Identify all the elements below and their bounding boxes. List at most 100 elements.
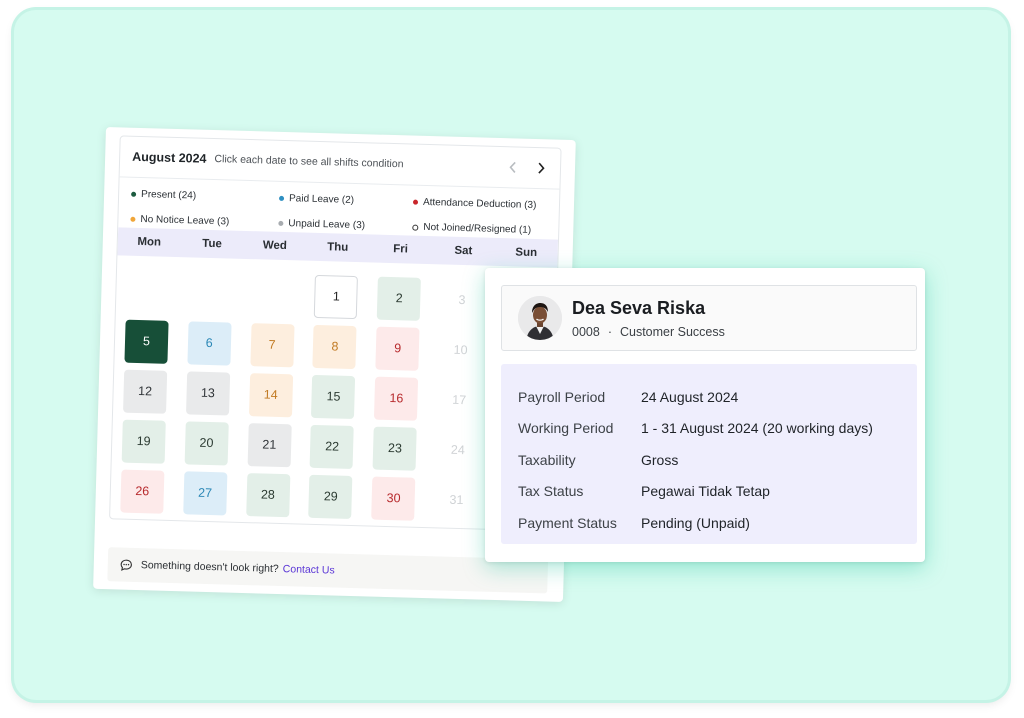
day-cell: 1 <box>304 271 368 323</box>
weekday-label: Wed <box>262 239 288 253</box>
legend-label: Paid Leave (2) <box>288 193 355 206</box>
weekday-label: Tue <box>202 237 223 251</box>
day-cell: 27 <box>173 467 237 519</box>
employee-meta: 0008 · Customer Success <box>572 325 725 339</box>
calendar-day-present[interactable]: 29 <box>308 474 353 519</box>
day-cell: 29 <box>299 471 363 523</box>
day-cell: 24 <box>426 424 490 476</box>
chevron-left-icon[interactable] <box>506 160 520 174</box>
legend-dot-icon <box>130 216 136 222</box>
legend-label: Unpaid Leave (3) <box>288 218 366 232</box>
calendar-day-deduction[interactable]: 16 <box>374 376 419 421</box>
calendar-day-weekend: 10 <box>453 342 468 358</box>
detail-label: Taxability <box>518 451 576 468</box>
employee-id: 0008 <box>572 324 600 339</box>
day-cell: 22 <box>300 421 364 473</box>
legend-dot-icon <box>278 220 284 226</box>
weekday-label: Sat <box>454 244 473 258</box>
day-cell: 20 <box>174 417 238 469</box>
payroll-details: Payroll Period 24 August 2024 Working Peri… <box>501 364 917 544</box>
day-cell: 13 <box>176 367 240 419</box>
calendar-day-nonotice[interactable]: 14 <box>248 372 293 417</box>
calendar-day-nonotice[interactable]: 7 <box>250 322 295 367</box>
calendar-day-deduction[interactable]: 9 <box>375 326 420 371</box>
employee-profile: Dea Seva Riska 0008 · Customer Success <box>501 285 917 351</box>
calendar-day-selected[interactable]: 5 <box>124 319 169 364</box>
calendar-day-unpaid[interactable]: 12 <box>122 369 168 414</box>
weekday-label: Sun <box>515 246 538 260</box>
legend-dot-icon <box>412 199 419 205</box>
detail-value: Pending (Unpaid) <box>641 514 750 531</box>
legend-label: Attendance Deduction (3) <box>422 196 537 212</box>
feedback-text: Something doesn't look right? <box>140 559 279 575</box>
page-background: August 2024 Click each date to see all s… <box>14 10 1008 700</box>
employee-name: Dea Seva Riska <box>572 297 706 318</box>
day-cell: 5 <box>114 315 178 367</box>
detail-row: Working Period 1 - 31 August 2024 (20 wor… <box>518 413 917 445</box>
detail-row: Tax Status Pegawai Tidak Tetap <box>518 476 917 508</box>
chat-bubble-icon <box>120 558 133 571</box>
legend-item: Present (24) <box>131 186 279 207</box>
payroll-details-card: Dea Seva Riska 0008 · Customer Success Pay… <box>485 268 925 562</box>
calendar-day-deduction[interactable]: 30 <box>371 476 416 521</box>
legend-label: Present (24) <box>140 189 197 202</box>
detail-value: 24 August 2024 <box>641 388 739 405</box>
day-cell: 19 <box>112 415 176 467</box>
calendar-day-weekend: 24 <box>450 442 465 458</box>
calendar-day-none[interactable]: 1 <box>314 274 359 319</box>
day-cell: 28 <box>236 469 300 521</box>
calendar-day-deduction[interactable]: 26 <box>120 469 165 514</box>
detail-row: Payroll Period 24 August 2024 <box>518 381 917 413</box>
calendar-day-present[interactable]: 2 <box>377 276 422 321</box>
calendar-day-present[interactable]: 22 <box>310 424 355 469</box>
calendar-day-weekend: 17 <box>452 392 467 408</box>
day-cell: 14 <box>239 369 303 421</box>
day-cell: 9 <box>366 322 430 374</box>
day-cell: 7 <box>240 319 304 371</box>
calendar-day-present[interactable]: 23 <box>372 426 418 471</box>
feedback-bar: Something doesn't look right? Contact Us <box>107 547 549 594</box>
day-cell: 12 <box>113 365 177 417</box>
day-cell <box>116 265 180 317</box>
detail-label: Working Period <box>518 420 614 437</box>
weekday-label: Mon <box>137 235 162 249</box>
legend-dot-icon <box>412 224 419 231</box>
day-cell: 6 <box>177 317 241 369</box>
calendar-month-title: August 2024 <box>131 149 207 166</box>
day-cell <box>179 267 243 319</box>
detail-value: Gross <box>641 451 679 468</box>
detail-row: Taxability Gross <box>518 444 917 476</box>
meta-separator: · <box>607 324 612 339</box>
detail-value: 1 - 31 August 2024 (20 working days) <box>641 420 873 437</box>
calendar-day-weekend: 31 <box>449 492 464 508</box>
calendar-day-present[interactable]: 19 <box>121 419 166 464</box>
calendar-day-present[interactable]: 28 <box>245 472 291 517</box>
day-cell: 8 <box>303 321 367 373</box>
calendar-day-paid[interactable]: 6 <box>187 320 232 366</box>
calendar-day-weekend: 3 <box>458 292 466 308</box>
day-cell <box>241 269 305 321</box>
calendar-day-unpaid[interactable]: 21 <box>247 422 292 467</box>
legend-item: Paid Leave (2) <box>279 190 413 211</box>
calendar-day-present[interactable]: 15 <box>311 374 356 419</box>
day-cell: 30 <box>361 472 425 524</box>
calendar-day-nonotice[interactable]: 8 <box>312 324 358 369</box>
calendar-day-unpaid[interactable]: 13 <box>185 370 230 416</box>
employee-department: Customer Success <box>619 324 725 339</box>
legend-item: Attendance Deduction (3) <box>412 194 562 215</box>
contact-us-link[interactable]: Contact Us <box>283 563 335 576</box>
day-cell: 15 <box>301 371 365 423</box>
detail-label: Tax Status <box>518 483 584 500</box>
day-cell: 10 <box>429 324 493 376</box>
detail-row: Payment Status Pending (Unpaid) <box>518 507 917 539</box>
calendar-day-paid[interactable]: 27 <box>182 470 228 516</box>
day-cell: 21 <box>237 419 301 471</box>
weekday-label: Fri <box>393 243 409 256</box>
calendar-day-present[interactable]: 20 <box>184 420 229 466</box>
day-cell: 2 <box>367 272 431 324</box>
avatar <box>518 296 562 340</box>
day-cell: 16 <box>364 372 428 424</box>
detail-label: Payment Status <box>518 514 617 531</box>
weekday-label: Thu <box>327 241 349 254</box>
chevron-right-icon[interactable] <box>534 161 548 175</box>
